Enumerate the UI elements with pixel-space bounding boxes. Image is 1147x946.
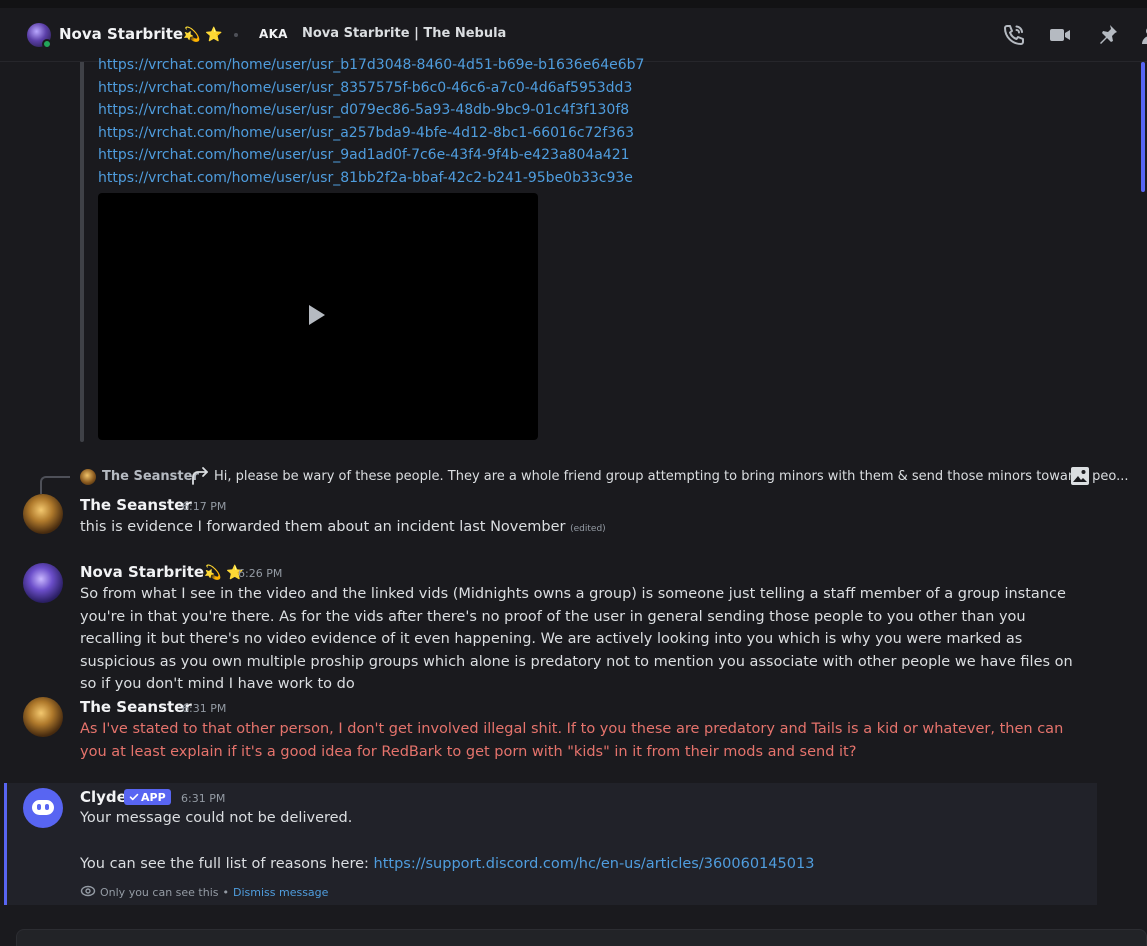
- ephemeral-text: Only you can see this: [100, 886, 219, 899]
- dismiss-message-link[interactable]: Dismiss message: [233, 886, 328, 899]
- forward-embed-bar: [80, 62, 84, 442]
- vrchat-link[interactable]: https://vrchat.com/home/user/usr_a257bda…: [98, 122, 644, 145]
- message-timestamp: 6:31 PM: [182, 702, 227, 715]
- edited-marker: (edited): [570, 524, 606, 534]
- vrchat-link[interactable]: https://vrchat.com/home/user/usr_8357575…: [98, 77, 644, 100]
- clyde-eye: [37, 804, 41, 810]
- clyde-message-line1: Your message could not be delivered.: [80, 810, 353, 826]
- header-username-text: Nova Starbrite: [59, 25, 184, 43]
- video-player[interactable]: [98, 193, 538, 440]
- clyde-message-line2: You can see the full list of reasons her…: [80, 853, 1090, 876]
- window-top-strip: [0, 0, 1147, 8]
- clyde-bot-icon: [32, 800, 54, 815]
- ephemeral-note: Only you can see this • Dismiss message: [80, 883, 328, 902]
- header-nickname: Nova Starbrite | The Nebula: [302, 26, 507, 41]
- clyde-eye: [45, 804, 49, 810]
- vrchat-link[interactable]: https://vrchat.com/home/user/usr_d079ec8…: [98, 99, 644, 122]
- avatar[interactable]: [23, 494, 63, 534]
- message-composer[interactable]: [16, 929, 1147, 946]
- vrchat-link[interactable]: https://vrchat.com/home/user/usr_9ad1ad0…: [98, 144, 644, 167]
- image-icon: [1070, 466, 1090, 486]
- message-author[interactable]: The Seanster: [80, 698, 192, 716]
- message-text-failed: As I've stated to that other person, I d…: [80, 721, 1064, 760]
- pin-icon[interactable]: [1095, 23, 1119, 47]
- message-author-text: Nova Starbrite: [80, 563, 205, 581]
- vrchat-link[interactable]: https://vrchat.com/home/user/usr_b17d304…: [98, 54, 644, 77]
- message-content: this is evidence I forwarded them about …: [80, 516, 1090, 541]
- header-username-emoji: 💫 ⭐: [183, 27, 223, 43]
- phone-call-icon[interactable]: [1002, 23, 1026, 47]
- reply-connector-line: [40, 476, 70, 494]
- vrchat-link-list: https://vrchat.com/home/user/usr_b17d304…: [98, 54, 644, 190]
- play-icon[interactable]: [309, 305, 325, 325]
- reasons-link[interactable]: https://support.discord.com/hc/en-us/art…: [374, 856, 815, 872]
- reasons-prefix: You can see the full list of reasons her…: [80, 856, 374, 872]
- clyde-avatar[interactable]: [23, 788, 63, 828]
- members-icon[interactable]: [1138, 23, 1147, 47]
- message-timestamp: 6:31 PM: [181, 792, 226, 805]
- reply-arrow-icon: [190, 466, 210, 486]
- app-badge-label: APP: [141, 790, 166, 804]
- reply-preview-text[interactable]: Hi, please be wary of these people. They…: [214, 469, 1129, 484]
- vrchat-link[interactable]: https://vrchat.com/home/user/usr_81bb2f2…: [98, 167, 644, 190]
- online-status-indicator: [42, 39, 52, 49]
- message-text: this is evidence I forwarded them about …: [80, 519, 566, 535]
- avatar[interactable]: [23, 563, 63, 603]
- message-timestamp: 6:26 PM: [238, 567, 283, 580]
- scrollbar-thumb[interactable]: [1141, 62, 1145, 192]
- header-separator-dot: [234, 33, 238, 37]
- message-author[interactable]: Nova Starbrite💫 ⭐: [80, 563, 243, 581]
- video-camera-icon[interactable]: [1048, 23, 1072, 47]
- reply-author-avatar[interactable]: [80, 469, 96, 485]
- reply-author-name[interactable]: The Seanster: [102, 469, 199, 484]
- app-badge: APP: [124, 789, 171, 805]
- aka-label: AKA: [259, 27, 288, 41]
- message-timestamp: 6:17 PM: [182, 500, 227, 513]
- avatar[interactable]: [23, 697, 63, 737]
- message-author[interactable]: Clyde: [80, 788, 127, 806]
- ephemeral-message-accent-bar: [4, 783, 7, 905]
- eye-icon: [80, 883, 96, 902]
- verified-check-icon: [129, 793, 139, 801]
- header-username[interactable]: Nova Starbrite💫 ⭐: [59, 25, 222, 43]
- message-author[interactable]: The Seanster: [80, 496, 192, 514]
- ephemeral-separator: •: [222, 886, 230, 899]
- message-text: So from what I see in the video and the …: [80, 586, 1073, 692]
